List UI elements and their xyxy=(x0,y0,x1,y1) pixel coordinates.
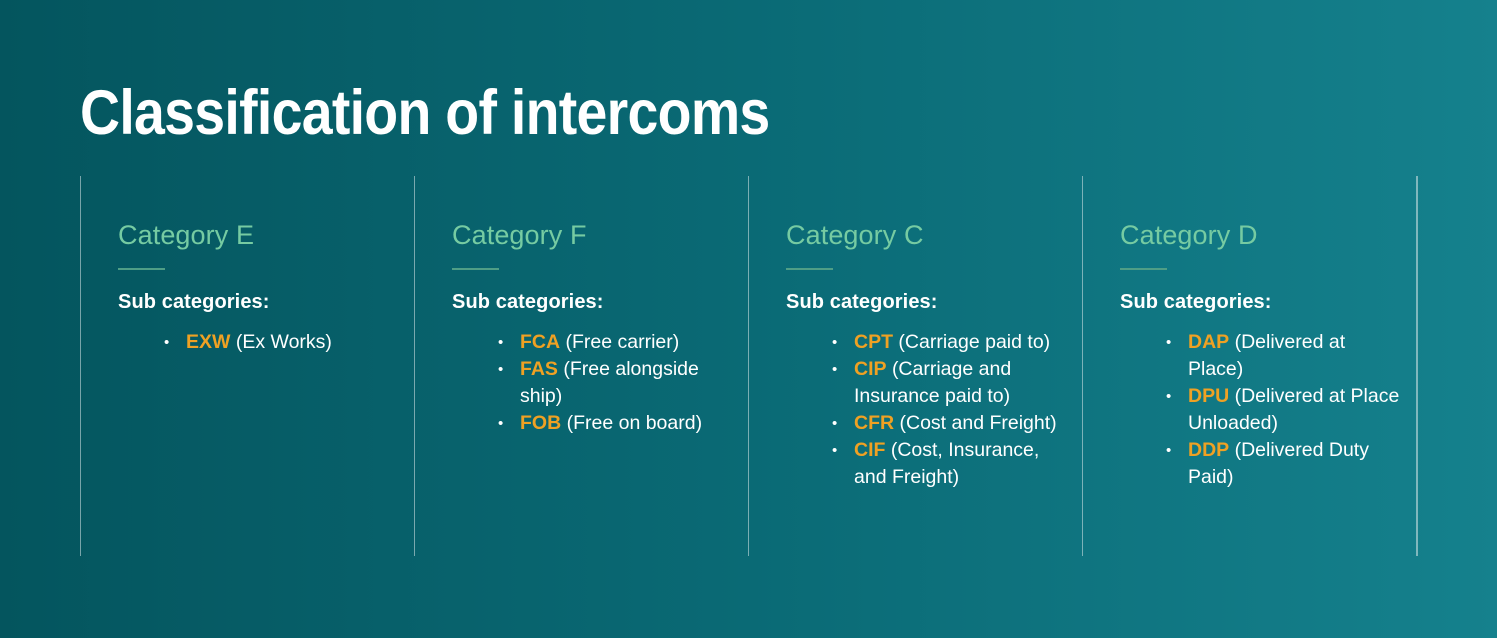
sub-categories-label: Sub categories: xyxy=(1120,291,1272,314)
list-item: DAP (Delivered at Place) xyxy=(1166,329,1402,383)
incoterm-code: FAS xyxy=(520,358,558,381)
incoterm-code: CIF xyxy=(854,439,886,462)
list-item: CFR (Cost and Freight) xyxy=(832,410,1068,437)
list-item: FOB (Free on board) xyxy=(498,410,734,437)
heading-underline-rule xyxy=(452,268,499,271)
page-title: Classification of intercoms xyxy=(80,78,770,148)
sub-categories-list: CPT (Carriage paid to) CIP (Carriage and… xyxy=(786,329,1068,491)
incoterm-code: CPT xyxy=(854,331,893,354)
incoterm-code: DAP xyxy=(1188,331,1230,354)
list-item: FAS (Free alongside ship) xyxy=(498,356,734,410)
category-heading: Category E xyxy=(118,220,255,250)
sub-categories-label: Sub categories: xyxy=(118,291,270,314)
column-divider-right xyxy=(1416,176,1418,556)
incoterm-description: (Cost and Freight) xyxy=(899,412,1057,435)
incoterm-code: CIP xyxy=(854,358,887,381)
category-heading: Category C xyxy=(786,220,924,250)
heading-underline-rule xyxy=(786,268,833,271)
sub-categories-list: DAP (Delivered at Place) DPU (Delivered … xyxy=(1120,329,1402,491)
list-item: CIF (Cost, Insurance, and Freight) xyxy=(832,437,1068,491)
incoterm-code: DDP xyxy=(1188,439,1230,462)
sub-categories-label: Sub categories: xyxy=(786,291,938,314)
list-item: CIP (Carriage and Insurance paid to) xyxy=(832,356,1068,410)
incoterm-description: (Carriage paid to) xyxy=(898,331,1051,354)
list-item: DPU (Delivered at Place Unloaded) xyxy=(1166,383,1402,437)
category-column-f: Category F Sub categories: FCA (Free car… xyxy=(414,176,748,556)
heading-underline-rule xyxy=(1120,268,1167,271)
incoterm-code: CFR xyxy=(854,412,895,435)
sub-categories-label: Sub categories: xyxy=(452,291,604,314)
list-item: EXW (Ex Works) xyxy=(164,329,400,356)
incoterm-code: EXW xyxy=(186,331,231,354)
list-item: CPT (Carriage paid to) xyxy=(832,329,1068,356)
incoterm-code: FCA xyxy=(520,331,561,354)
sub-categories-list: FCA (Free carrier) FAS (Free alongside s… xyxy=(452,329,734,437)
list-item: DDP (Delivered Duty Paid) xyxy=(1166,437,1402,491)
category-heading: Category D xyxy=(1120,220,1258,250)
incoterm-description: (Free carrier) xyxy=(565,331,680,354)
incoterm-code: DPU xyxy=(1188,385,1230,408)
category-column-e: Category E Sub categories: EXW (Ex Works… xyxy=(80,176,414,556)
category-column-c: Category C Sub categories: CPT (Carriage… xyxy=(748,176,1082,556)
list-item: FCA (Free carrier) xyxy=(498,329,734,356)
incoterm-description: (Ex Works) xyxy=(235,331,332,354)
incoterm-code: FOB xyxy=(520,412,562,435)
category-heading: Category F xyxy=(452,220,587,250)
category-column-d: Category D Sub categories: DAP (Delivere… xyxy=(1082,176,1416,556)
category-columns: Category E Sub categories: EXW (Ex Works… xyxy=(80,176,1417,556)
sub-categories-list: EXW (Ex Works) xyxy=(118,329,400,356)
incoterm-description: (Free on board) xyxy=(566,412,703,435)
heading-underline-rule xyxy=(118,268,165,271)
